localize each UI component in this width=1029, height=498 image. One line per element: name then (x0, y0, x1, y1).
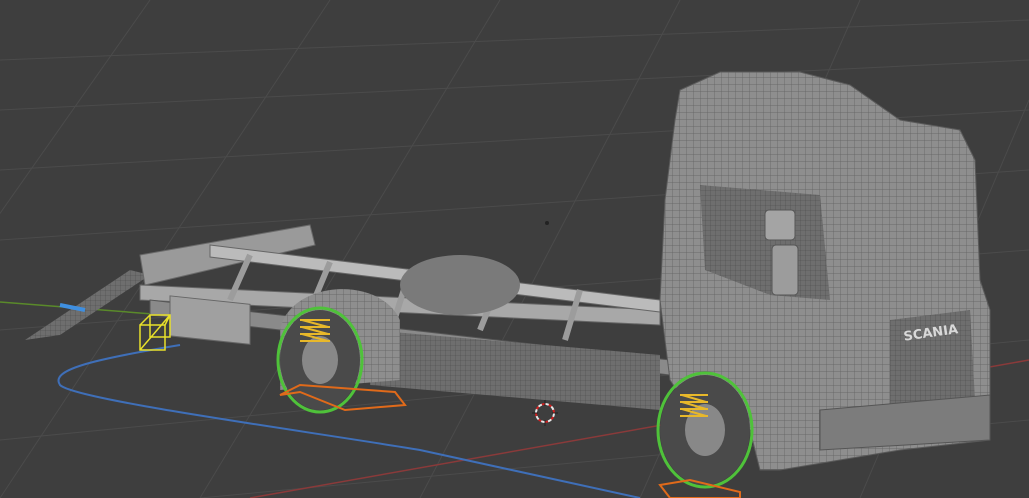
origin-dot (545, 221, 549, 225)
3d-viewport[interactable]: SCANIA (0, 0, 1029, 498)
bone-widget (139, 314, 171, 351)
3d-cursor[interactable] (532, 400, 558, 426)
empty-front (658, 478, 741, 498)
scene: SCANIA (0, 0, 1029, 498)
chassis-frame (139, 244, 671, 410)
